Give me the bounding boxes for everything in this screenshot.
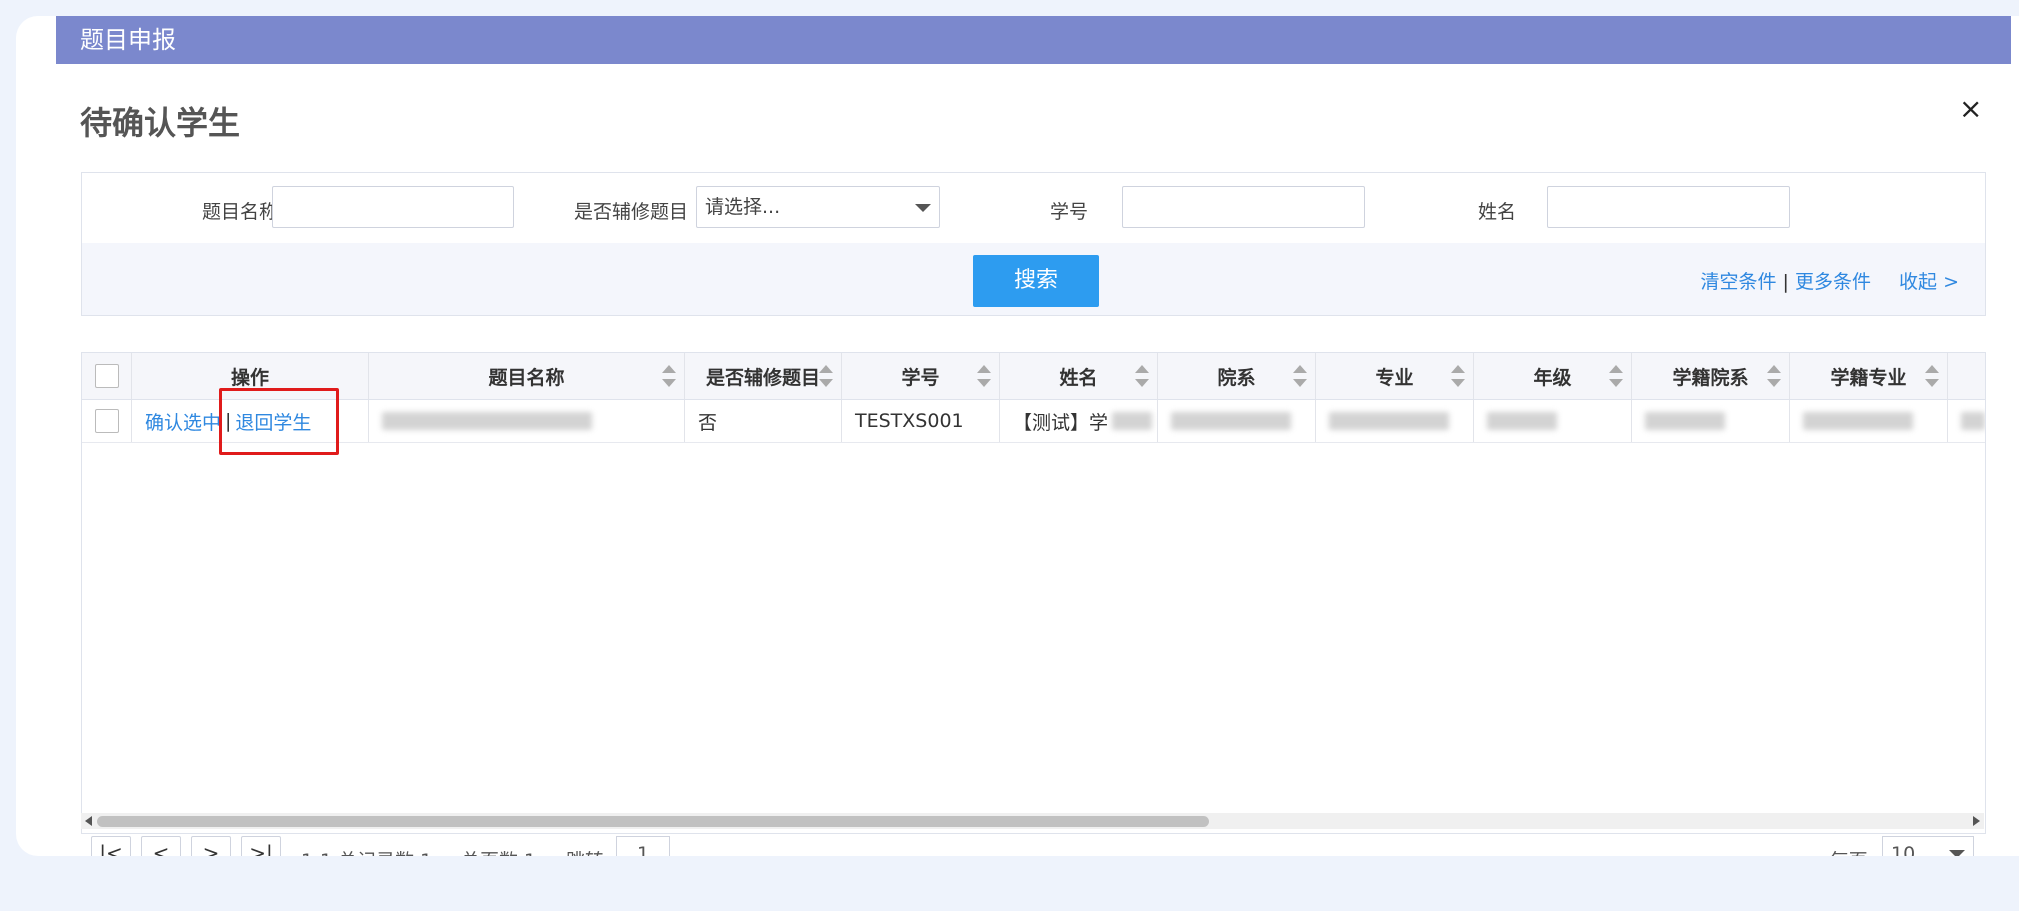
scroll-right-icon[interactable] — [1973, 816, 1980, 826]
chevron-down-icon — [915, 204, 931, 212]
redacted-text — [1112, 412, 1153, 430]
overflow-cell — [1948, 400, 1985, 442]
redacted-text — [1645, 412, 1725, 430]
redacted-text — [1171, 412, 1291, 430]
data-grid: 操作 题目名称 是否辅修题目 学号 姓名 院系 专业 年级 学籍院系 学籍专业 … — [81, 352, 1986, 834]
confirm-selected-link[interactable]: 确认选中 — [145, 408, 221, 435]
page-header: 题目申报 — [56, 16, 2011, 64]
search-button[interactable]: 搜索 — [973, 255, 1099, 307]
sort-icon[interactable] — [1451, 363, 1465, 391]
sort-icon[interactable] — [1135, 363, 1149, 391]
column-header-label: 院系 — [1217, 366, 1256, 389]
table-row: 确认选中 | 退回学生 否 TESTXS001 【测试】学 — [82, 400, 1985, 443]
column-header[interactable]: 院系 — [1158, 353, 1316, 399]
column-header-label: 操作 — [230, 366, 269, 389]
select-all-checkbox[interactable] — [94, 364, 119, 388]
filter-actions-bar: 搜索 清空条件 | 更多条件 收起 > — [82, 243, 1985, 315]
column-header[interactable]: 年级 — [1474, 353, 1632, 399]
column-header-label: 是否辅修题目 — [705, 366, 820, 389]
filter-panel: 题目名称 是否辅修题目 请选择... 学号 姓名 搜索 清空条件 | 更多条件 … — [81, 172, 1986, 316]
minor-label: 是否辅修题目 — [573, 201, 688, 223]
redacted-text — [1329, 412, 1449, 430]
column-header-label: 专业 — [1375, 366, 1414, 389]
row-checkbox[interactable] — [95, 409, 119, 433]
sort-icon[interactable] — [1767, 363, 1781, 391]
grade-cell — [1474, 400, 1632, 442]
minor-select-value: 请选择... — [705, 196, 781, 218]
column-header-label: 题目名称 — [488, 366, 565, 389]
page-background — [0, 856, 2019, 911]
student-id-cell: TESTXS001 — [842, 400, 1000, 442]
collapse-link[interactable]: 收起 > — [1899, 271, 1959, 293]
header-select-cell — [82, 353, 132, 399]
department-cell — [1158, 400, 1316, 442]
name-text: 【测试】学 — [1013, 411, 1109, 434]
sort-icon[interactable] — [1293, 363, 1307, 391]
highlight-box — [219, 388, 339, 455]
redacted-text — [1487, 412, 1557, 430]
column-header[interactable]: 专业 — [1316, 353, 1474, 399]
sort-icon[interactable] — [1925, 363, 1939, 391]
link-separator: | — [1782, 271, 1789, 293]
enroll-department-cell — [1632, 400, 1790, 442]
redacted-text — [382, 412, 592, 430]
column-header-label: 学籍院系 — [1672, 366, 1749, 389]
column-header[interactable]: 学号 — [842, 353, 1000, 399]
redacted-text — [1961, 412, 1985, 430]
horizontal-scrollbar[interactable] — [81, 813, 1984, 829]
column-header[interactable]: 题目名称 — [369, 353, 685, 399]
sort-icon[interactable] — [1609, 363, 1623, 391]
page-header-title: 题目申报 — [80, 26, 176, 54]
name-cell: 【测试】学 — [1000, 400, 1158, 442]
topic-label: 题目名称 — [201, 201, 278, 223]
sort-icon[interactable] — [977, 363, 991, 391]
column-header-label: 学号 — [901, 366, 940, 389]
column-header-label: 学籍专业 — [1830, 366, 1907, 389]
topic-name-cell — [369, 400, 685, 442]
close-icon[interactable]: × — [1959, 92, 1982, 125]
enroll-major-cell — [1790, 400, 1948, 442]
column-header[interactable]: 是否辅修题目 — [685, 353, 842, 399]
major-cell — [1316, 400, 1474, 442]
column-header-label: 年级 — [1533, 366, 1572, 389]
table-header: 操作 题目名称 是否辅修题目 学号 姓名 院系 专业 年级 学籍院系 学籍专业 — [82, 353, 1985, 400]
column-header[interactable]: 学籍院系 — [1632, 353, 1790, 399]
sort-icon[interactable] — [662, 363, 676, 391]
name-input[interactable] — [1547, 186, 1790, 228]
more-conditions-link[interactable]: 更多条件 — [1795, 271, 1871, 293]
dialog-title: 待确认学生 — [80, 104, 241, 142]
row-select-cell — [82, 400, 132, 442]
student-id-label: 学号 — [1049, 201, 1088, 223]
clear-conditions-link[interactable]: 清空条件 — [1700, 271, 1776, 293]
minor-select[interactable]: 请选择... — [696, 186, 940, 228]
column-header[interactable]: 学籍专业 — [1790, 353, 1948, 399]
student-id-input[interactable] — [1122, 186, 1365, 228]
sort-icon[interactable] — [819, 363, 833, 391]
scroll-left-icon[interactable] — [85, 816, 92, 826]
redacted-text — [1803, 412, 1913, 430]
filter-links: 清空条件 | 更多条件 收起 > — [1700, 267, 1959, 294]
scrollbar-thumb[interactable] — [97, 816, 1209, 827]
column-header[interactable]: 姓名 — [1000, 353, 1158, 399]
topic-input[interactable] — [272, 186, 514, 228]
name-label: 姓名 — [1477, 201, 1516, 223]
column-header-overflow — [1948, 353, 1985, 399]
column-header-label: 姓名 — [1059, 366, 1098, 389]
is-minor-cell: 否 — [685, 400, 842, 442]
